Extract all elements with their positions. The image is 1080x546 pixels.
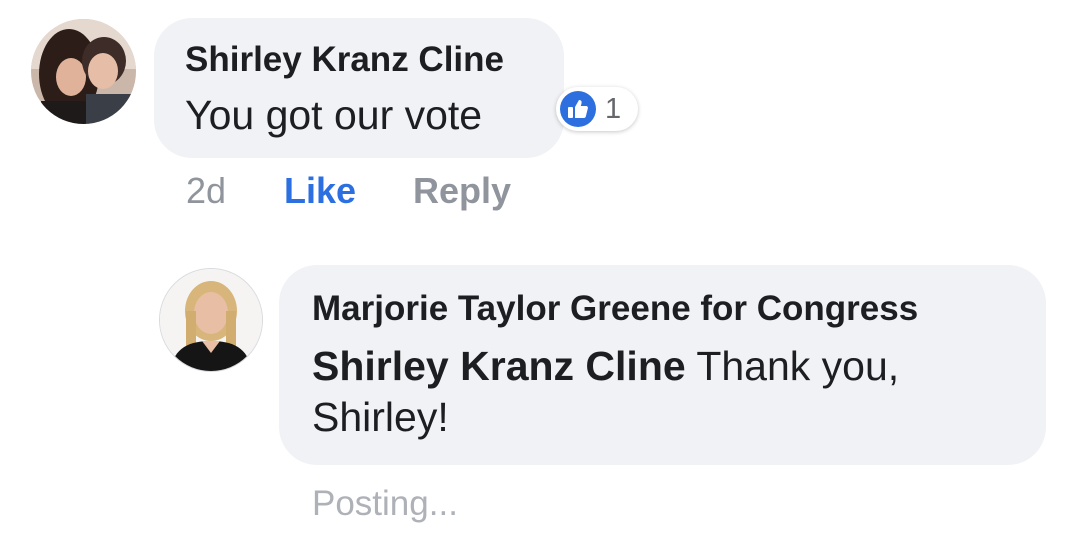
like-button[interactable]: Like — [284, 170, 356, 212]
comment-author[interactable]: Shirley Kranz Cline — [185, 40, 504, 80]
reply-text: Shirley Kranz Cline Thank you, Shirley! — [312, 341, 1012, 443]
mention-tag[interactable]: Shirley Kranz Cline — [312, 343, 686, 389]
reaction-summary[interactable]: 1 — [556, 87, 638, 131]
thumbs-up-icon — [560, 91, 596, 127]
reply-author-avatar[interactable] — [159, 268, 263, 372]
reply-author[interactable]: Marjorie Taylor Greene for Congress — [312, 289, 918, 329]
reply-button[interactable]: Reply — [413, 170, 511, 212]
reaction-count: 1 — [605, 93, 622, 125]
comment-text: You got our vote — [185, 92, 483, 138]
commenter-avatar[interactable] — [31, 19, 136, 124]
comment-timestamp[interactable]: 2d — [186, 170, 226, 212]
comment-bubble: Shirley Kranz Cline You got our vote — [154, 18, 564, 158]
reply-bubble: Marjorie Taylor Greene for Congress Shir… — [279, 265, 1046, 465]
posting-status: Posting... — [312, 484, 458, 523]
